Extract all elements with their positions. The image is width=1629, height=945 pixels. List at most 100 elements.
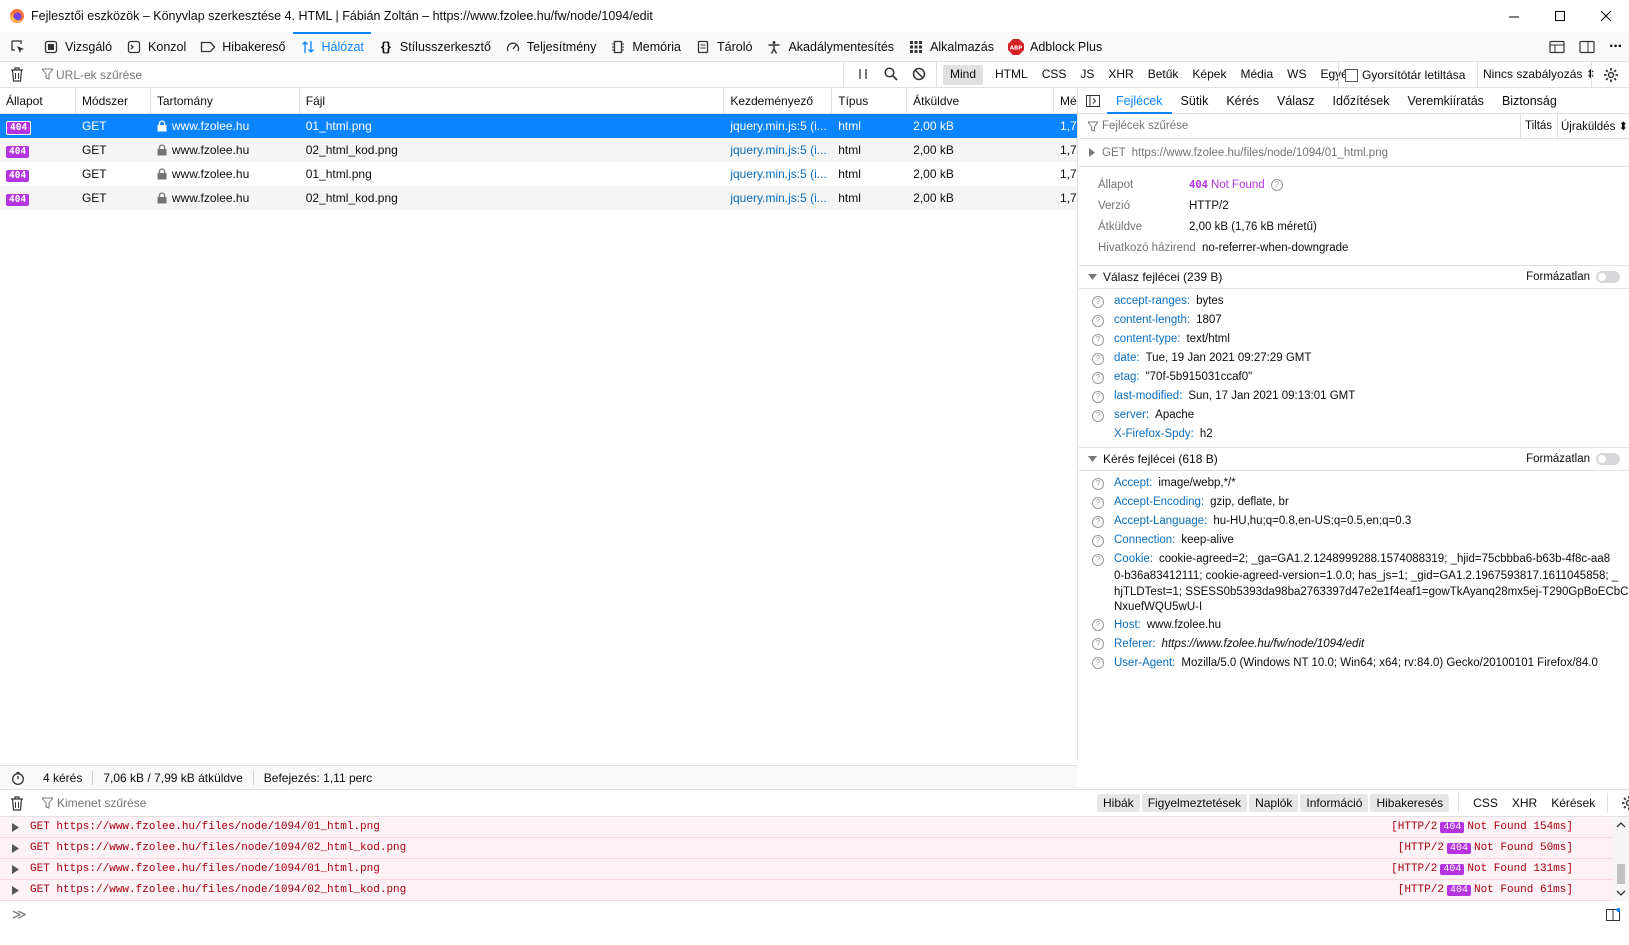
header-row[interactable]: ? Accept: image/webp,*/*	[1079, 474, 1629, 493]
filter-info[interactable]: Információ	[1300, 794, 1369, 812]
expand-arrow-icon[interactable]	[0, 843, 30, 853]
header-row[interactable]: X-Firefox-Spdy: h2	[1079, 425, 1629, 444]
element-picker-button[interactable]	[0, 32, 36, 62]
help-icon[interactable]: ?	[1092, 333, 1104, 346]
filter-warnings[interactable]: Figyelmeztetések	[1141, 794, 1248, 812]
expand-arrow-icon[interactable]	[0, 864, 30, 874]
col-status[interactable]: Állapot	[0, 88, 76, 114]
console-log-entry[interactable]: GET https://www.fzolee.hu/files/node/109…	[0, 838, 1613, 859]
table-row[interactable]: 404 GET www.fzolee.hu 02_html_kod.png jquery…	[0, 138, 1077, 162]
tab-cookies[interactable]: Sütik	[1172, 88, 1218, 114]
filter-debug[interactable]: Hibakeresés	[1370, 794, 1450, 812]
help-icon[interactable]: ?	[1092, 657, 1104, 669]
tab-adblock[interactable]: ABP Adblock Plus	[1001, 32, 1109, 62]
header-row[interactable]: ? Cookie: cookie-agreed=2; _ga=GA1.2.12489…	[1079, 550, 1629, 569]
clear-requests-button[interactable]	[10, 67, 24, 82]
dock-side-button[interactable]	[1542, 32, 1572, 62]
cell-initiator[interactable]: jquery.min.js:5 (i...	[724, 138, 832, 162]
console-log-entry[interactable]: GET https://www.fzolee.hu/files/node/109…	[0, 817, 1613, 838]
tab-storage[interactable]: Tároló	[688, 32, 759, 62]
type-filter-fonts[interactable]: Betűk	[1141, 65, 1186, 85]
tab-inspector[interactable]: Vizsgáló	[36, 32, 119, 62]
block-request-button[interactable]: Tiltás	[1525, 120, 1552, 132]
header-row[interactable]: ? content-type: text/html	[1079, 330, 1629, 349]
response-headers-section[interactable]: Válasz fejlécei (239 B) Formázatlan	[1079, 265, 1629, 289]
editor-mode-button[interactable]	[1606, 908, 1620, 921]
throttle-select[interactable]: Nincs szabályozás ⬍	[1483, 67, 1596, 81]
tab-memory[interactable]: Memória	[603, 32, 688, 62]
console-filter-input[interactable]	[57, 796, 957, 810]
help-icon[interactable]: ?	[1092, 515, 1104, 528]
console-input[interactable]	[34, 906, 1594, 924]
performance-analysis-button[interactable]	[0, 771, 33, 785]
col-file[interactable]: Fájl	[300, 88, 725, 114]
help-icon[interactable]: ?	[1092, 390, 1104, 403]
tab-headers[interactable]: Fejlécek	[1107, 88, 1172, 114]
close-window-button[interactable]	[1583, 0, 1629, 32]
resend-button[interactable]: Újraküldés ⬍	[1561, 119, 1628, 133]
more-options-button[interactable]: ···	[1602, 32, 1629, 62]
help-icon[interactable]: ?	[1092, 496, 1104, 509]
table-row[interactable]: 404 GET www.fzolee.hu 01_html.png jquery.min…	[0, 114, 1077, 138]
header-row[interactable]: ? Accept-Language: hu-HU,hu;q=0.8,en-US;q=…	[1079, 512, 1629, 531]
tab-console[interactable]: Konzol	[119, 32, 193, 62]
help-icon[interactable]: ?	[1092, 295, 1104, 308]
clear-console-button[interactable]	[0, 795, 34, 811]
type-filter-images[interactable]: Képek	[1185, 65, 1233, 85]
filter-errors[interactable]: Hibák	[1097, 794, 1140, 812]
toggle-panel-button[interactable]	[1079, 94, 1107, 107]
help-icon[interactable]: ?	[1270, 179, 1283, 191]
help-icon[interactable]: ?	[1092, 534, 1104, 547]
type-filter-xhr[interactable]: XHR	[1101, 65, 1140, 85]
cell-initiator[interactable]: jquery.min.js:5 (i...	[724, 162, 832, 186]
minimize-button[interactable]	[1491, 0, 1537, 32]
help-icon[interactable]: ?	[1092, 371, 1104, 384]
col-size[interactable]: Mé	[1054, 88, 1077, 114]
header-row[interactable]: ? etag: "70f-5b915031ccaf0"	[1079, 368, 1629, 387]
console-settings-button[interactable]	[1621, 795, 1629, 811]
header-row[interactable]: ? Host: www.fzolee.hu	[1079, 616, 1629, 635]
tab-performance[interactable]: Teljesítmény	[498, 32, 603, 62]
expand-arrow-icon[interactable]	[0, 822, 30, 832]
tab-style-editor[interactable]: {} Stílusszerkesztő	[371, 32, 498, 62]
network-settings-button[interactable]	[1603, 67, 1619, 83]
header-row[interactable]: ? Accept-Encoding: gzip, deflate, br	[1079, 493, 1629, 512]
header-row[interactable]: ? Referer: https://www.fzolee.hu/fw/node/1…	[1079, 635, 1629, 654]
tab-timings[interactable]: Időzítések	[1324, 88, 1399, 114]
console-scrollbar[interactable]	[1613, 817, 1629, 901]
help-icon[interactable]: ?	[1092, 352, 1104, 365]
header-row[interactable]: ? date: Tue, 19 Jan 2021 09:27:29 GMT	[1079, 349, 1629, 368]
help-icon[interactable]: ?	[1092, 477, 1104, 490]
headers-filter-input[interactable]	[1102, 120, 1402, 132]
tab-response[interactable]: Válasz	[1268, 88, 1324, 114]
tab-application[interactable]: Alkalmazás	[901, 32, 1001, 62]
filter-logs[interactable]: Naplók	[1249, 794, 1299, 812]
request-url-line[interactable]: GET https://www.fzolee.hu/files/node/109…	[1079, 139, 1629, 167]
type-filter-ws[interactable]: WS	[1280, 65, 1313, 85]
type-filter-html[interactable]: HTML	[988, 65, 1035, 85]
filter-css[interactable]: CSS	[1466, 794, 1505, 812]
help-icon[interactable]: ?	[1092, 314, 1104, 327]
console-log-entry[interactable]: GET https://www.fzolee.hu/files/node/109…	[0, 880, 1613, 901]
cell-initiator[interactable]: jquery.min.js:5 (i...	[724, 114, 832, 138]
header-row[interactable]: ? accept-ranges: bytes	[1079, 292, 1629, 311]
request-headers-section[interactable]: Kérés fejlécei (618 B) Formázatlan	[1079, 447, 1629, 471]
header-row[interactable]: ? User-Agent: Mozilla/5.0 (Windows NT 10.0…	[1079, 654, 1629, 673]
cell-initiator[interactable]: jquery.min.js:5 (i...	[724, 186, 832, 210]
type-filter-media[interactable]: Média	[1233, 65, 1280, 85]
console-log-entry[interactable]: GET https://www.fzolee.hu/files/node/109…	[0, 859, 1613, 880]
help-icon[interactable]: ?	[1092, 553, 1104, 566]
tab-accessibility[interactable]: Akadálymentesítés	[759, 32, 901, 62]
type-filter-js[interactable]: JS	[1073, 65, 1101, 85]
header-row[interactable]: ? last-modified: Sun, 17 Jan 2021 09:13:01…	[1079, 387, 1629, 406]
log-status[interactable]: [HTTP/2 404 Not Found 50ms]	[1398, 842, 1573, 854]
raw-toggle[interactable]	[1596, 271, 1620, 283]
tab-request[interactable]: Kérés	[1217, 88, 1268, 114]
maximize-button[interactable]	[1537, 0, 1583, 32]
filter-requests[interactable]: Kérések	[1544, 794, 1602, 812]
table-row[interactable]: 404 GET www.fzolee.hu 02_html_kod.png jquery…	[0, 186, 1077, 210]
help-icon[interactable]: ?	[1092, 638, 1104, 650]
tab-stack-trace[interactable]: Veremkiíratás	[1399, 88, 1493, 114]
tab-security[interactable]: Biztonság	[1493, 88, 1566, 114]
help-icon[interactable]: ?	[1092, 619, 1104, 631]
